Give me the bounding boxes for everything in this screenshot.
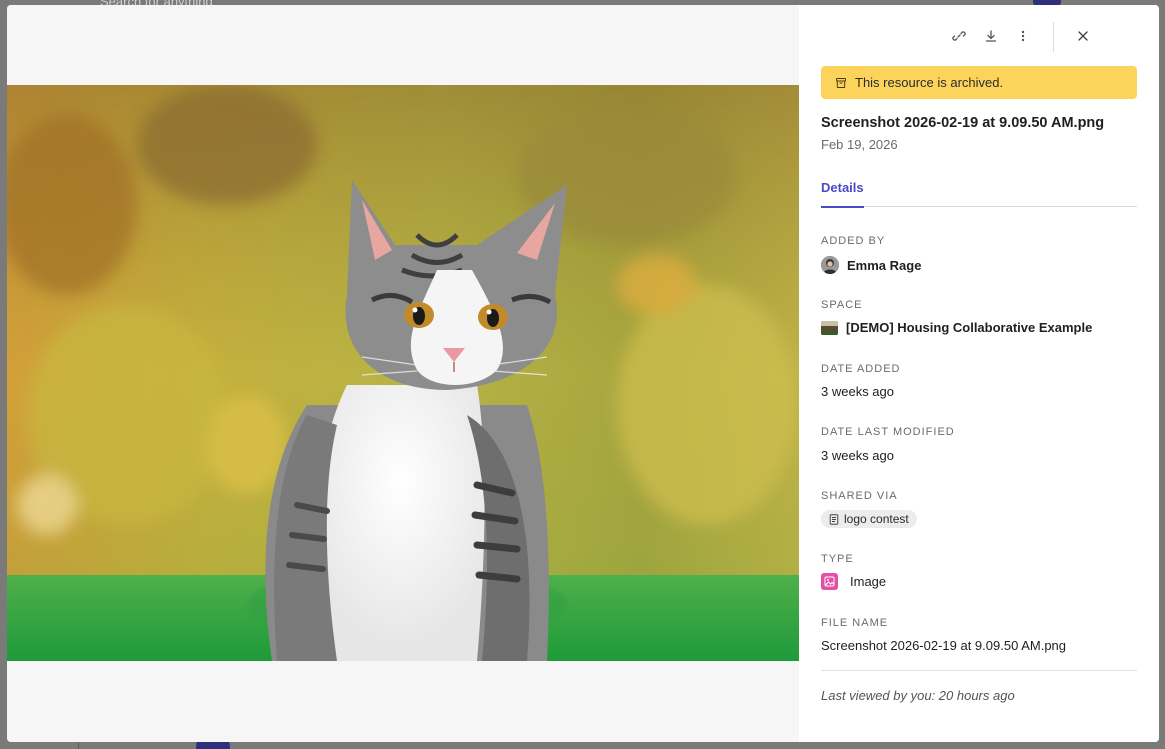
preview-image bbox=[7, 85, 799, 661]
archived-text: This resource is archived. bbox=[855, 75, 1004, 90]
panel-tabs: Details bbox=[821, 175, 1137, 208]
added-by-name: Emma Rage bbox=[847, 257, 922, 273]
link-icon bbox=[952, 29, 966, 48]
file-title: Screenshot 2026-02-19 at 9.09.50 AM.png bbox=[821, 115, 1105, 131]
document-icon bbox=[829, 513, 839, 525]
file-name-value: Screenshot 2026-02-19 at 9.09.50 AM.png bbox=[821, 638, 1067, 653]
date-added-label: DATE ADDED bbox=[821, 363, 901, 375]
more-vertical-icon bbox=[1021, 29, 1025, 48]
space-label: SPACE bbox=[821, 299, 863, 311]
shared-via-chip[interactable]: logo contest bbox=[821, 510, 917, 528]
kitten-photo bbox=[7, 85, 799, 661]
type-value: Image bbox=[821, 573, 886, 590]
file-preview-modal: This resource is archived. Screenshot 20… bbox=[7, 5, 1159, 742]
close-icon bbox=[1077, 29, 1089, 47]
download-icon bbox=[984, 29, 998, 48]
toolbar-divider bbox=[1053, 22, 1054, 52]
added-by-value[interactable]: Emma Rage bbox=[821, 256, 921, 274]
shared-via-label: SHARED VIA bbox=[821, 490, 898, 502]
close-button[interactable] bbox=[1073, 28, 1093, 48]
image-viewer bbox=[7, 5, 799, 742]
copy-link-button[interactable] bbox=[949, 28, 969, 48]
date-added-value: 3 weeks ago bbox=[821, 384, 894, 399]
space-value[interactable]: [DEMO] Housing Collaborative Example bbox=[821, 320, 1092, 335]
download-button[interactable] bbox=[981, 28, 1001, 48]
tab-details[interactable]: Details bbox=[821, 180, 864, 208]
divider bbox=[821, 670, 1137, 671]
type-label: TYPE bbox=[821, 553, 854, 565]
date-modified-value: 3 weeks ago bbox=[821, 448, 894, 463]
space-name: [DEMO] Housing Collaborative Example bbox=[846, 320, 1093, 335]
date-modified-label: DATE LAST MODIFIED bbox=[821, 426, 955, 438]
image-icon bbox=[821, 573, 838, 590]
file-date: Feb 19, 2026 bbox=[821, 137, 898, 152]
last-viewed-text: Last viewed by you: 20 hours ago bbox=[821, 688, 1015, 703]
archived-banner: This resource is archived. bbox=[821, 66, 1137, 99]
archive-icon bbox=[835, 77, 847, 89]
shared-via-text: logo contest bbox=[844, 512, 909, 526]
added-by-label: ADDED BY bbox=[821, 235, 886, 247]
file-name-label: FILE NAME bbox=[821, 617, 889, 629]
details-panel: This resource is archived. Screenshot 20… bbox=[799, 5, 1159, 742]
space-thumbnail bbox=[821, 320, 838, 335]
type-text: Image bbox=[850, 574, 887, 589]
avatar bbox=[821, 256, 839, 274]
more-options-button[interactable] bbox=[1013, 28, 1033, 48]
shared-via-value: logo contest bbox=[821, 510, 917, 528]
panel-toolbar bbox=[952, 22, 1159, 54]
